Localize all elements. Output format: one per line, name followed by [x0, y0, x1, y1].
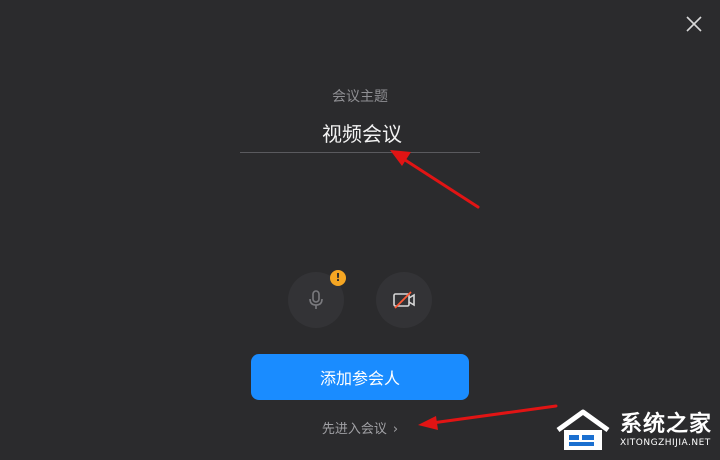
watermark: 系统之家 XITONGZHIJIA.NET: [552, 408, 712, 454]
microphone-button[interactable]: !: [288, 270, 346, 328]
chevron-right-icon: ›: [392, 422, 399, 437]
add-participants-button[interactable]: 添加参会人: [251, 354, 469, 400]
subject-label: 会议主题: [332, 89, 388, 105]
microphone-icon: [309, 290, 323, 309]
close-icon: [686, 16, 702, 32]
camera-button[interactable]: [376, 272, 432, 328]
annotation-arrow-subject: [400, 156, 480, 209]
watermark-title: 系统之家: [619, 412, 712, 437]
enter-meeting-first-label: 先进入会议: [321, 422, 387, 437]
subject-input[interactable]: [240, 112, 484, 152]
subject-input-field: [240, 112, 484, 153]
camera-off-icon: [393, 291, 415, 309]
meeting-dialog: 会议主题 ! 添加参会人 先进入会议 ›: [0, 0, 720, 460]
mic-warning-badge: !: [330, 270, 346, 286]
watermark-url: XITONGZHIJIA.NET: [619, 438, 711, 448]
close-button[interactable]: [682, 12, 706, 36]
house-logo-icon: [556, 409, 610, 450]
